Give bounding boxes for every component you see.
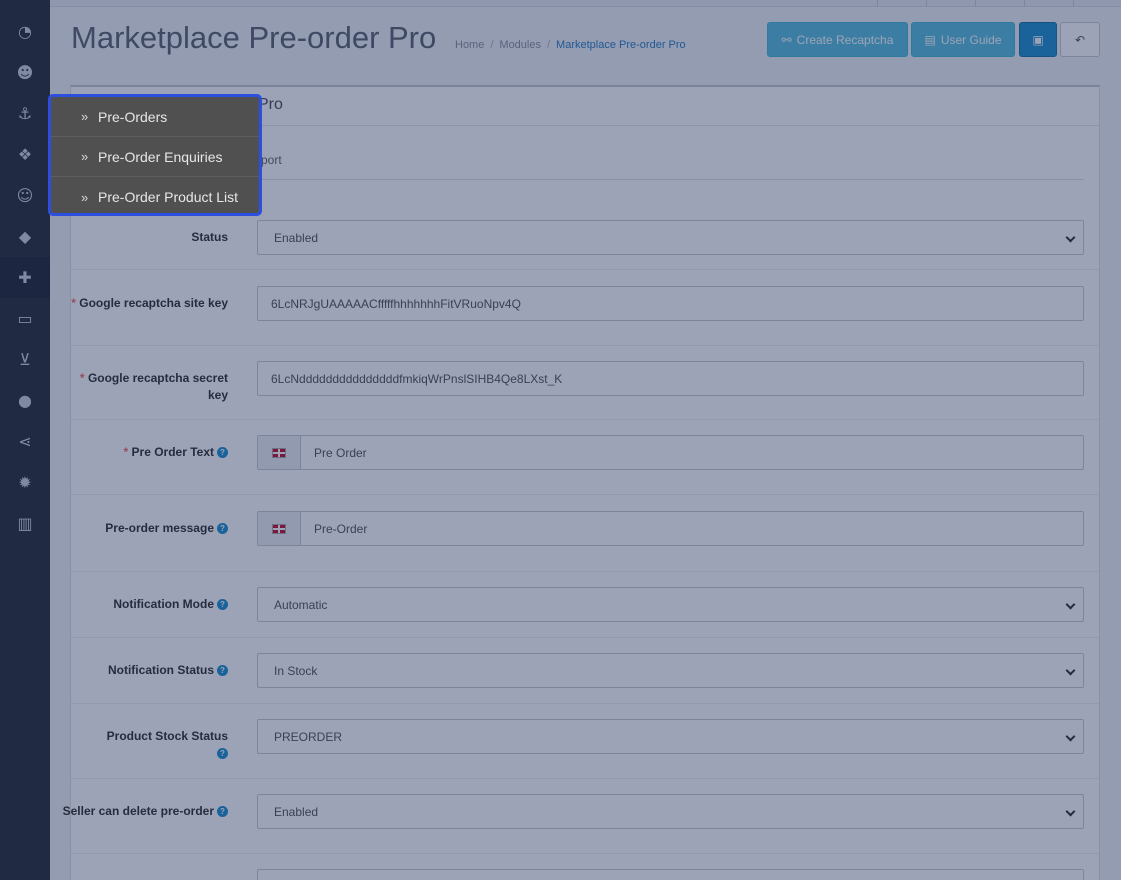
submenu-item-pre-order-enquiries[interactable]: » Pre-Order Enquiries	[51, 137, 259, 177]
submenu-item-pre-order-product-list[interactable]: » Pre-Order Product List	[51, 177, 259, 217]
submenu-item-pre-orders[interactable]: » Pre-Orders	[51, 97, 259, 137]
submenu-item-label: Pre-Order Enquiries	[98, 148, 223, 165]
double-chevron-icon: »	[81, 149, 89, 164]
submenu-flyout: » Pre-Orders » Pre-Order Enquiries » Pre…	[48, 94, 262, 216]
submenu-item-label: Pre-Orders	[98, 108, 168, 125]
double-chevron-icon: »	[81, 109, 89, 124]
submenu-item-label: Pre-Order Product List	[98, 189, 239, 205]
double-chevron-icon: »	[81, 189, 89, 205]
